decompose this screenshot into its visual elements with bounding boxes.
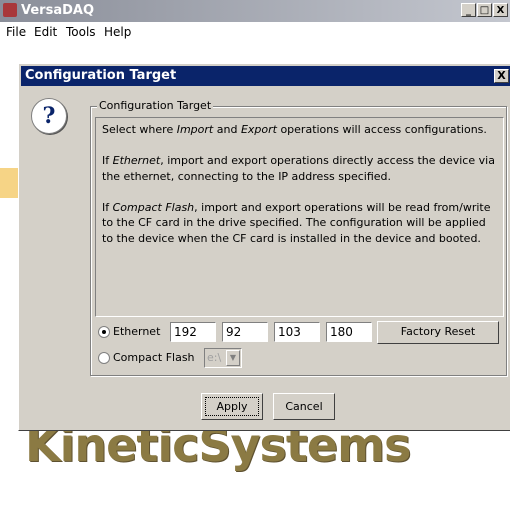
ethernet-label[interactable]: Ethernet bbox=[113, 325, 160, 338]
ethernet-radio[interactable] bbox=[98, 326, 110, 338]
app-title-bar[interactable]: VersaDAQ _ □ X bbox=[0, 0, 510, 22]
drive-value: e:\ bbox=[207, 351, 222, 364]
factory-reset-button[interactable]: Factory Reset bbox=[377, 321, 499, 344]
focus-indicator bbox=[205, 397, 259, 416]
ethernet-row: Ethernet 192 92 103 180 Factory Reset bbox=[95, 321, 504, 344]
minimize-button[interactable]: _ bbox=[461, 3, 476, 17]
dialog-close-button[interactable]: X bbox=[494, 69, 509, 83]
configuration-target-group: Configuration Target Select where Import… bbox=[90, 99, 507, 376]
menu-edit[interactable]: Edit bbox=[34, 25, 57, 39]
drive-select[interactable]: e:\ ▼ bbox=[204, 348, 242, 368]
maximize-button[interactable]: □ bbox=[477, 3, 492, 17]
menu-bar: File Edit Tools Help bbox=[0, 22, 510, 42]
menu-file[interactable]: File bbox=[6, 25, 26, 39]
app-title: VersaDAQ bbox=[21, 3, 94, 18]
apply-button[interactable]: Apply bbox=[201, 393, 263, 420]
ip-octet-2-input[interactable]: 92 bbox=[222, 322, 268, 342]
chevron-down-icon[interactable]: ▼ bbox=[226, 350, 240, 366]
ip-octet-3-input[interactable]: 103 bbox=[274, 322, 320, 342]
description-text: Select where Import and Export operation… bbox=[95, 117, 504, 317]
compact-flash-radio[interactable] bbox=[98, 352, 110, 364]
close-window-button[interactable]: X bbox=[493, 3, 508, 17]
compact-flash-label[interactable]: Compact Flash bbox=[113, 351, 195, 364]
menu-tools[interactable]: Tools bbox=[66, 25, 96, 39]
description-paragraph: If Compact Flash, import and export oper… bbox=[102, 200, 491, 245]
group-label: Configuration Target bbox=[97, 99, 214, 112]
dialog-title-bar[interactable]: Configuration Target X bbox=[21, 66, 510, 86]
ip-octet-1-input[interactable]: 192 bbox=[170, 322, 216, 342]
description-paragraph: If Ethernet, import and export operation… bbox=[102, 154, 495, 183]
cancel-button[interactable]: Cancel bbox=[273, 393, 335, 420]
dialog-title: Configuration Target bbox=[25, 68, 177, 83]
ip-octet-4-input[interactable]: 180 bbox=[326, 322, 372, 342]
compact-flash-row: Compact Flash e:\ ▼ bbox=[95, 348, 504, 368]
menu-help[interactable]: Help bbox=[104, 25, 131, 39]
description-paragraph: Select where Import and Export operation… bbox=[102, 123, 487, 136]
background-accent bbox=[0, 168, 20, 198]
configuration-target-dialog: Configuration Target X ? Configuration T… bbox=[18, 63, 510, 431]
app-icon bbox=[3, 3, 17, 17]
question-icon: ? bbox=[31, 98, 67, 134]
